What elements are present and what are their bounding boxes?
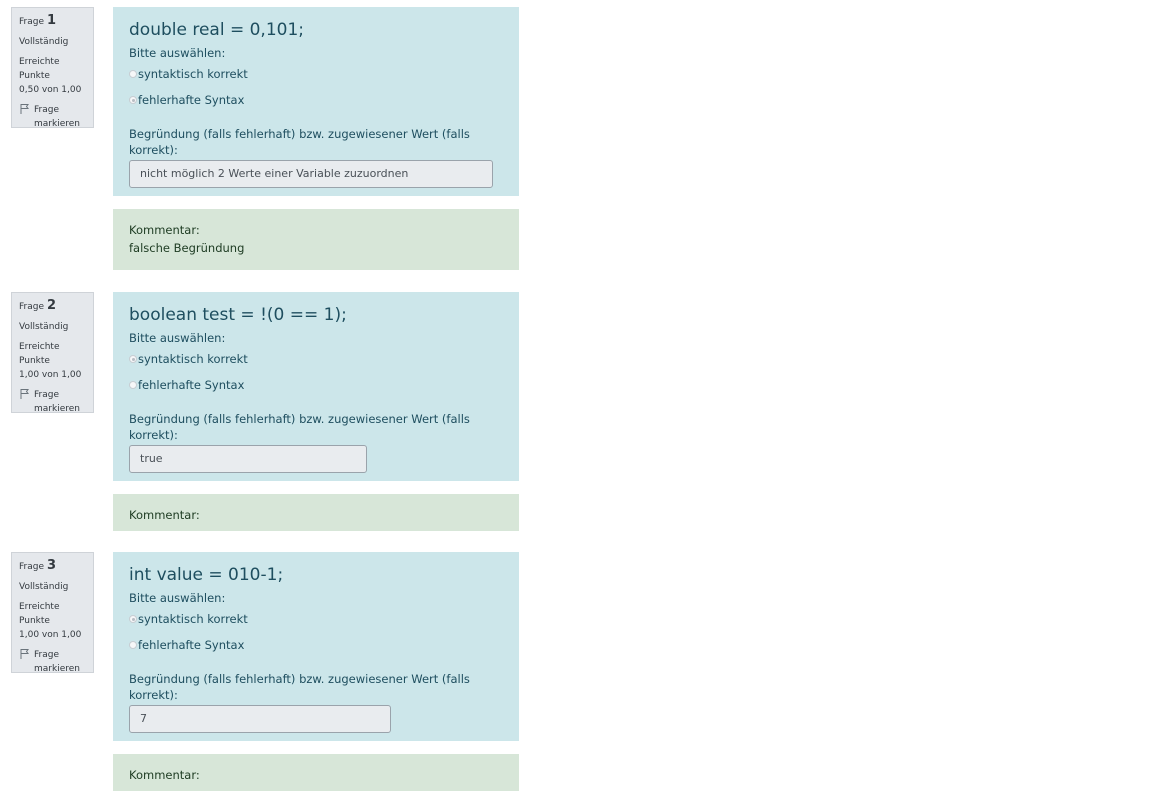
question-number: Frage 2 <box>19 299 93 314</box>
answer-option-correct[interactable]: syntaktisch korrekt <box>129 610 503 628</box>
option-label: fehlerhafte Syntax <box>138 638 245 652</box>
flag-label: Frage markieren <box>34 105 80 129</box>
radio-button[interactable] <box>129 70 137 78</box>
answer-option-invalid[interactable]: fehlerhafte Syntax <box>129 636 503 654</box>
question-state: Vollständig <box>19 582 69 592</box>
flag-label: Frage markieren <box>34 390 80 414</box>
grade-label: Erreichte Punkte <box>19 57 60 81</box>
question-text: int value = 010-1; <box>129 565 284 585</box>
question-info-1: Frage 1 Vollständig Erreichte Punkte 0,5… <box>11 7 94 131</box>
feedback-box-2: Kommentar: <box>113 494 519 531</box>
question-number: Frage 1 <box>19 14 93 29</box>
radio-button-selected[interactable] <box>129 96 137 104</box>
flag-question-link[interactable]: Frage markieren <box>19 388 93 416</box>
feedback-box-3: Kommentar: <box>113 754 519 791</box>
answer-prompt: Bitte auswählen: <box>129 591 226 605</box>
flag-icon <box>20 104 29 114</box>
feedback-box-1: Kommentar: falsche Begründung <box>113 209 519 270</box>
question-number: Frage 3 <box>19 559 93 574</box>
question-text: double real = 0,101; <box>129 20 305 40</box>
grade-value: 1,00 von 1,00 <box>19 630 82 640</box>
flag-question-link[interactable]: Frage markieren <box>19 103 93 131</box>
reason-input[interactable]: nicht möglich 2 Werte einer Variable zuz… <box>129 160 493 188</box>
answer-option-invalid[interactable]: fehlerhafte Syntax <box>129 376 503 394</box>
answer-prompt: Bitte auswählen: <box>129 331 226 345</box>
answer-option-invalid[interactable]: fehlerhafte Syntax <box>129 91 503 109</box>
reason-input[interactable]: 7 <box>129 705 391 733</box>
option-label: fehlerhafte Syntax <box>138 93 245 107</box>
grade-label: Erreichte Punkte <box>19 602 60 626</box>
reason-input[interactable]: true <box>129 445 367 473</box>
grade-value: 0,50 von 1,00 <box>19 85 82 95</box>
grade-value: 1,00 von 1,00 <box>19 370 82 380</box>
question-grade: Erreichte Punkte 1,00 von 1,00 <box>19 600 93 642</box>
question-info-3: Frage 3 Vollständig Erreichte Punkte 1,0… <box>11 552 94 676</box>
comment-label: Kommentar: <box>129 508 200 522</box>
flag-label: Frage markieren <box>34 650 80 674</box>
question-grade: Erreichte Punkte 0,50 von 1,00 <box>19 55 93 97</box>
flag-icon <box>20 649 29 659</box>
grade-label: Erreichte Punkte <box>19 342 60 366</box>
option-label: syntaktisch korrekt <box>138 612 248 626</box>
radio-button[interactable] <box>129 381 137 389</box>
question-state: Vollständig <box>19 37 69 47</box>
reason-label: Begründung (falls fehlerhaft) bzw. zugew… <box>129 672 470 702</box>
question-formulation-2: boolean test = !(0 == 1); Bitte auswähle… <box>113 292 519 481</box>
answer-option-correct[interactable]: syntaktisch korrekt <box>129 65 503 83</box>
question-number-value: 3 <box>47 558 57 573</box>
question-number-value: 2 <box>47 298 57 313</box>
reason-label: Begründung (falls fehlerhaft) bzw. zugew… <box>129 127 470 157</box>
question-grade: Erreichte Punkte 1,00 von 1,00 <box>19 340 93 382</box>
question-number-value: 1 <box>47 13 57 28</box>
comment-text: falsche Begründung <box>129 241 245 255</box>
reason-label: Begründung (falls fehlerhaft) bzw. zugew… <box>129 412 470 442</box>
question-formulation-3: int value = 010-1; Bitte auswählen: synt… <box>113 552 519 741</box>
question-label: Frage <box>19 302 44 312</box>
question-formulation-1: double real = 0,101; Bitte auswählen: sy… <box>113 7 519 196</box>
question-text: boolean test = !(0 == 1); <box>129 305 347 325</box>
flag-icon <box>20 389 29 399</box>
comment-label: Kommentar: <box>129 768 200 782</box>
question-state: Vollständig <box>19 322 69 332</box>
option-label: syntaktisch korrekt <box>138 67 248 81</box>
question-info-2: Frage 2 Vollständig Erreichte Punkte 1,0… <box>11 292 94 416</box>
question-label: Frage <box>19 17 44 27</box>
question-label: Frage <box>19 562 44 572</box>
radio-button[interactable] <box>129 641 137 649</box>
answer-prompt: Bitte auswählen: <box>129 46 226 60</box>
flag-question-link[interactable]: Frage markieren <box>19 648 93 676</box>
radio-button-selected[interactable] <box>129 615 137 623</box>
comment-label: Kommentar: <box>129 223 200 237</box>
option-label: fehlerhafte Syntax <box>138 378 245 392</box>
answer-option-correct[interactable]: syntaktisch korrekt <box>129 350 503 368</box>
radio-button-selected[interactable] <box>129 355 137 363</box>
option-label: syntaktisch korrekt <box>138 352 248 366</box>
